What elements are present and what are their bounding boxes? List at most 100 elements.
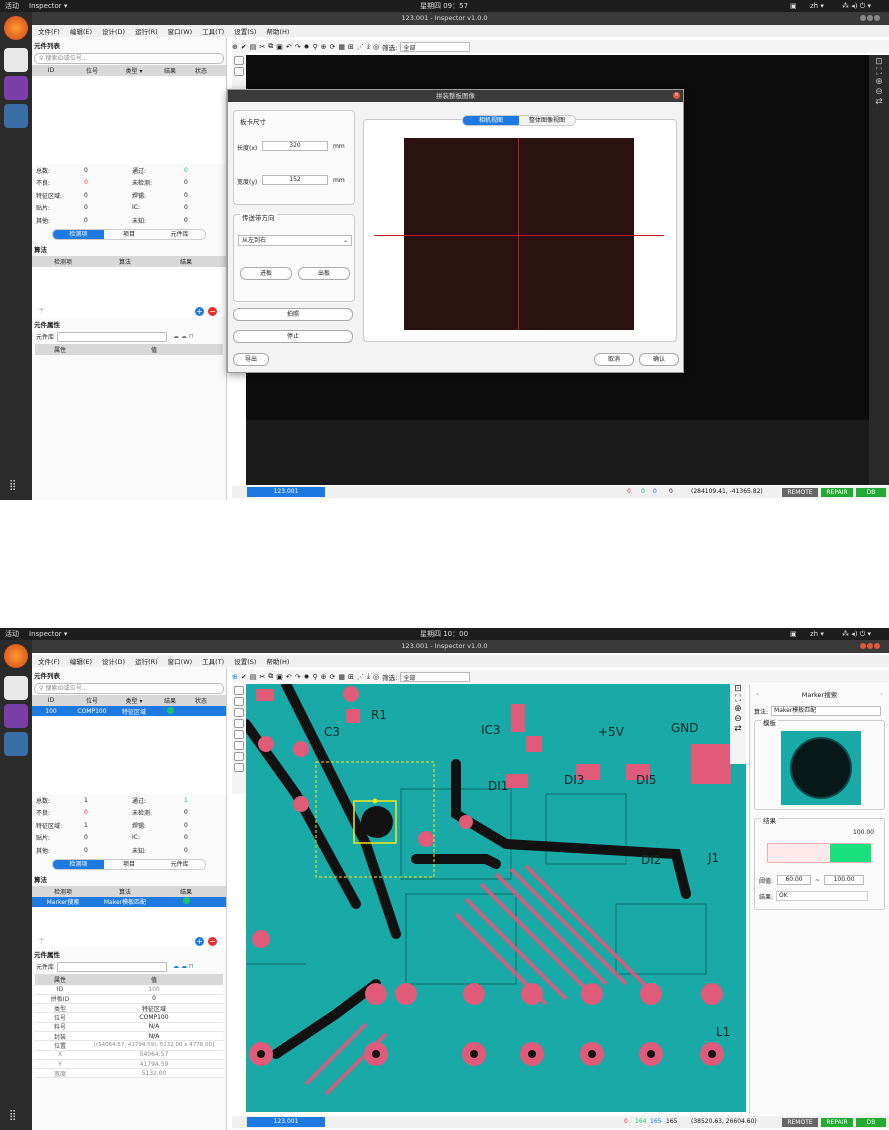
col-algorithm[interactable]: 算法	[94, 257, 156, 266]
cut-icon[interactable]: ✂	[259, 43, 265, 51]
col-ref[interactable]: 位号	[70, 696, 114, 705]
load-board-button[interactable]: 进板	[240, 267, 292, 280]
network-icon[interactable]: ⁂ ◂) ⏻ ▾	[842, 630, 871, 639]
tab-inspection[interactable]: 检测项	[53, 229, 104, 239]
marker-handle[interactable]	[372, 798, 378, 804]
settings-icon[interactable]: ✹	[304, 673, 310, 681]
spiral-icon[interactable]: ◎	[373, 43, 379, 51]
lang-indicator[interactable]: zh ▾	[810, 630, 824, 638]
table-row[interactable]: ID 100	[35, 986, 223, 995]
activities-button[interactable]: 活动	[5, 1, 19, 11]
spiral-icon[interactable]: ◎	[373, 673, 379, 681]
tab-camera-view[interactable]: 相机视图	[463, 116, 519, 125]
copy-icon[interactable]: ⧉	[268, 42, 273, 51]
col-type[interactable]: 类型 ▾	[114, 66, 154, 75]
component-search-input[interactable]: ⚲ 搜索ID或位号...	[34, 683, 224, 694]
table-row[interactable]: X 54064.57	[35, 1051, 223, 1060]
search-icon[interactable]: ⚲	[313, 673, 318, 681]
cancel-button[interactable]: 取消	[594, 353, 634, 366]
app-grid-icon[interactable]: ⣿	[9, 1110, 16, 1121]
menu-run[interactable]: 运行(R)	[135, 656, 158, 666]
menu-tools[interactable]: 工具(T)	[202, 656, 224, 666]
unload-board-button[interactable]: 出板	[298, 267, 350, 280]
clock[interactable]: 星期四 09：57	[420, 1, 468, 11]
col-result[interactable]: 结果	[154, 66, 186, 75]
filter-select[interactable]: 全部	[400, 41, 471, 52]
pcb-canvas[interactable]: +5V IC3 GND C3 R1 DI1 DI3 DI5 DI2 J1 L1	[246, 684, 746, 1112]
menu-design[interactable]: 设计(D)	[102, 26, 125, 36]
chevron-right-icon[interactable]: ›	[880, 690, 883, 698]
camera-image[interactable]	[404, 138, 634, 330]
menu-settings[interactable]: 设置(S)	[234, 26, 256, 36]
search-icon[interactable]: ⚲	[313, 43, 318, 51]
col-id[interactable]: ID	[32, 67, 70, 74]
book-icon[interactable]	[234, 741, 244, 750]
swap-icon[interactable]: ⇄	[869, 97, 889, 107]
col-prop[interactable]: 属性	[35, 975, 85, 984]
col-item[interactable]: 检测项	[32, 887, 94, 896]
rotate-icon[interactable]: ⟳	[330, 673, 336, 681]
db-badge[interactable]: DB	[856, 1118, 886, 1127]
cloud-download-icon[interactable]: ☁	[181, 333, 187, 340]
unlock-icon[interactable]: ⊓	[189, 333, 194, 340]
firefox-icon[interactable]	[4, 16, 28, 40]
chevron-left-icon[interactable]: ‹	[756, 690, 759, 698]
board-grid-icon[interactable]: ⊞	[348, 673, 354, 681]
confirm-button[interactable]: 确认	[639, 353, 679, 366]
video-icon[interactable]	[4, 76, 28, 100]
app-grid-icon[interactable]: ⣿	[9, 480, 16, 491]
rotate-icon[interactable]: ⟳	[330, 43, 336, 51]
table-row[interactable]: 料号 N/A	[35, 1023, 223, 1032]
threshold-max-input[interactable]: 100.00	[824, 875, 865, 885]
tab-project[interactable]: 项目	[104, 230, 155, 239]
col-value[interactable]: 值	[85, 345, 223, 354]
menu-file[interactable]: 文件(F)	[38, 26, 60, 36]
col-status[interactable]: 状态	[186, 696, 216, 705]
minimize-icon[interactable]	[860, 643, 866, 649]
component-search-input[interactable]: ⚲ 搜索ID或位号...	[34, 53, 224, 64]
zoom-icon[interactable]: ⊕	[321, 673, 327, 681]
table-row[interactable]: 封装 N/A	[35, 1032, 223, 1042]
maximize-icon[interactable]	[867, 15, 873, 21]
zoom-fit-icon[interactable]: ⊡	[869, 57, 889, 67]
minimize-icon[interactable]	[860, 15, 866, 21]
capture-button[interactable]: 拍照	[233, 308, 353, 321]
close-icon[interactable]	[874, 15, 880, 21]
menu-file[interactable]: 文件(F)	[38, 656, 60, 666]
activities-button[interactable]: 活动	[5, 629, 19, 639]
direction-select[interactable]: 从左到右 ⌄	[238, 235, 352, 246]
component-table-body[interactable]	[32, 76, 226, 164]
table-row[interactable]: 位号 COMP100	[35, 1013, 223, 1023]
download-icon[interactable]: ⤓	[367, 672, 370, 681]
add-icon[interactable]: +	[195, 936, 204, 946]
menu-help[interactable]: 帮助(H)	[266, 656, 289, 666]
col-value[interactable]: 值	[85, 975, 223, 984]
menu-design[interactable]: 设计(D)	[102, 656, 125, 666]
cloud-upload-icon[interactable]: ☁	[173, 333, 179, 340]
library-input[interactable]	[57, 961, 168, 972]
col-algorithm[interactable]: 算法	[94, 887, 156, 896]
maximize-icon[interactable]	[867, 643, 873, 649]
tab-library[interactable]: 元件库	[154, 230, 205, 239]
export-button[interactable]: 导出	[233, 353, 269, 366]
paste-icon[interactable]: ▣	[276, 673, 283, 681]
save-icon[interactable]: ▤	[250, 673, 257, 681]
zoom-in-icon[interactable]: ⊕	[730, 704, 746, 714]
col-ref[interactable]: 位号	[70, 66, 114, 75]
col-result[interactable]: 结果	[156, 887, 216, 896]
dots-icon[interactable]	[234, 752, 244, 761]
network-icon[interactable]: ⁂ ◂) ⏻ ▾	[842, 2, 871, 11]
tab-inspection[interactable]: 检测项	[53, 859, 104, 869]
remove-icon[interactable]: −	[208, 936, 217, 946]
zoom-icon[interactable]: ⊕	[321, 43, 327, 51]
tab-full-image-view[interactable]: 整体图像视图	[519, 116, 575, 125]
check-icon[interactable]: ✔	[241, 673, 247, 681]
menu-window[interactable]: 窗口(W)	[168, 26, 193, 36]
close-icon[interactable]	[874, 643, 880, 649]
wand-icon[interactable]: ⚚	[38, 307, 45, 316]
target-icon[interactable]	[234, 56, 244, 65]
unlock-icon[interactable]: ⊓	[189, 963, 194, 970]
zoom-in-icon[interactable]: ⊕	[869, 77, 889, 87]
library-input[interactable]	[57, 331, 168, 342]
target-icon[interactable]	[234, 686, 244, 695]
